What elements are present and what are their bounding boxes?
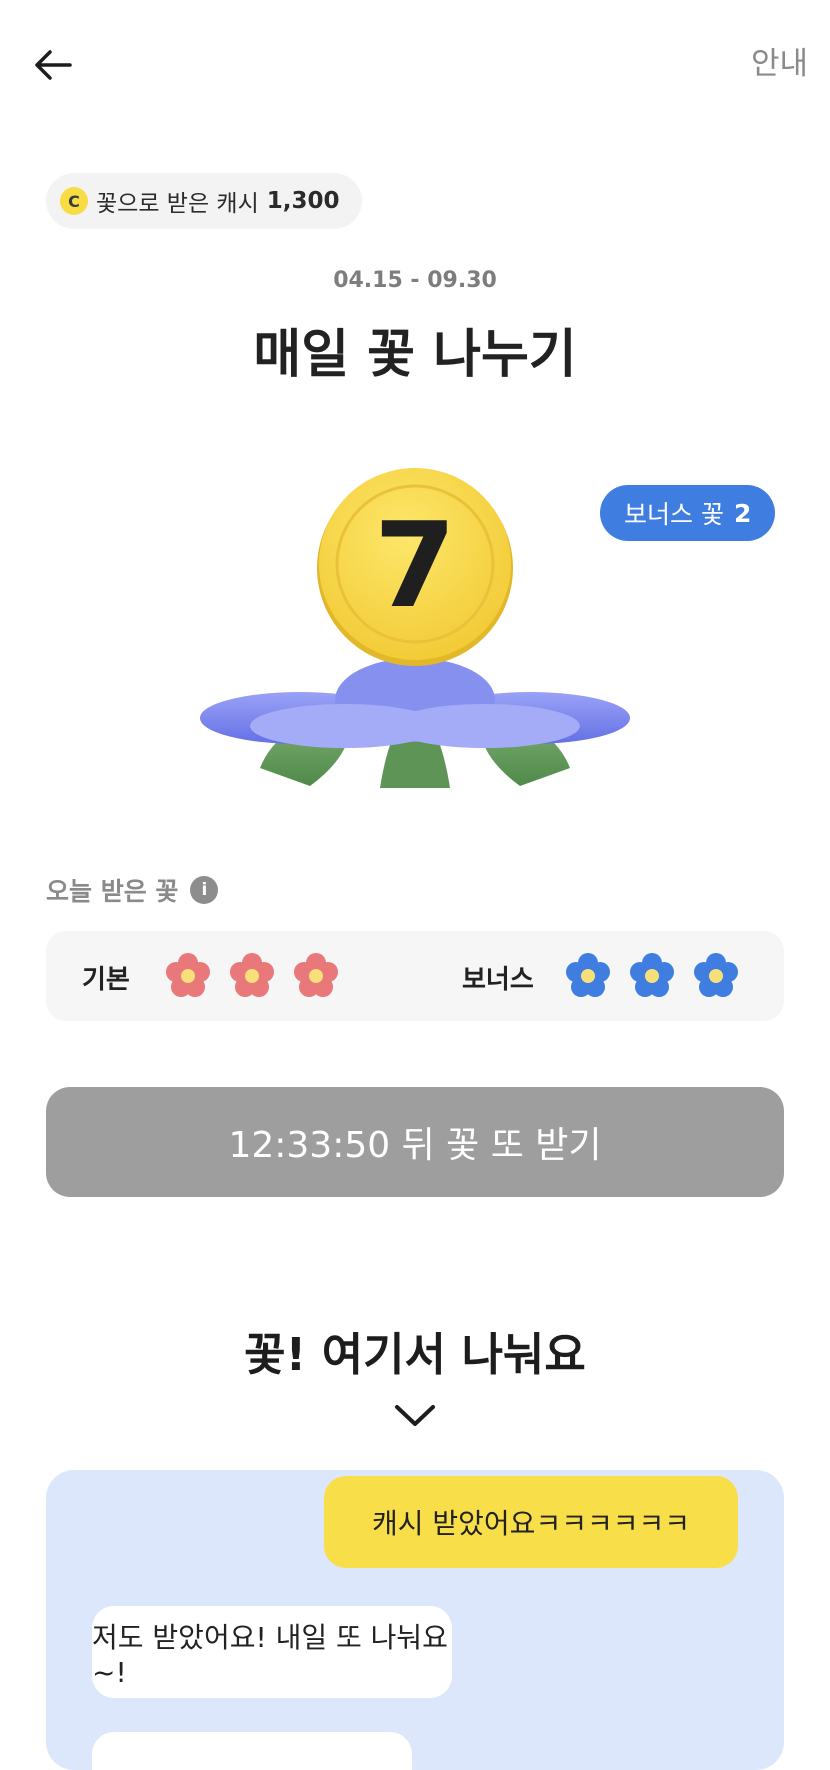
flower-coin-illustration: 7: [200, 468, 630, 788]
chat-panel: 캐시 받았어요ㅋㅋㅋㅋㅋㅋ 저도 받았어요! 내일 또 나눠요~!: [46, 1470, 784, 1770]
bonus-label: 보너스: [462, 965, 534, 995]
countdown-button[interactable]: 12:33:50 뒤 꽃 또 받기: [46, 1087, 784, 1197]
bonus-flower-pill: 보너스 꽃 2: [600, 485, 776, 541]
bonus-pill-count: 2: [733, 498, 752, 528]
chevron-down-icon: [395, 1405, 435, 1426]
guide-link[interactable]: 안내: [751, 38, 808, 83]
arrow-left-icon: [35, 50, 72, 80]
basic-label: 기본: [82, 965, 130, 995]
flower-count: 7: [374, 496, 456, 634]
today-flowers-label: 오늘 받은 꽃: [46, 877, 179, 906]
basic-flower-icon: [166, 953, 210, 997]
today-flowers-heading: 오늘 받은 꽃 i: [46, 872, 219, 908]
bonus-flower-icon: [694, 953, 738, 997]
cash-chip[interactable]: C 꽃으로 받은 캐시 1,300: [46, 173, 362, 229]
info-icon[interactable]: i: [190, 876, 219, 904]
chat-bubble-other: 저도 받았어요! 내일 또 나눠요~!: [92, 1606, 452, 1698]
bonus-flower-icon: [630, 953, 674, 997]
back-button[interactable]: [30, 40, 80, 90]
share-section-title: 꽃! 여기서 나눠요: [244, 1328, 586, 1381]
basic-flower-icon: [294, 953, 338, 997]
page-title: 매일 꽃 나누기: [253, 325, 577, 385]
cash-chip-amount: 1,300: [266, 188, 340, 214]
chat-bubble-partial: [92, 1732, 412, 1770]
coin-icon: C: [60, 187, 88, 215]
bonus-flower-icon: [566, 953, 610, 997]
chat-bubble-mine: 캐시 받았어요ㅋㅋㅋㅋㅋㅋ: [324, 1476, 738, 1568]
cash-chip-label: 꽃으로 받은 캐시: [96, 191, 259, 217]
event-period: 04.15 - 09.30: [333, 268, 497, 293]
basic-flower-icon: [230, 953, 274, 997]
bonus-pill-label: 보너스 꽃: [624, 500, 724, 529]
today-flowers-box: 기본 보너스: [46, 931, 784, 1021]
